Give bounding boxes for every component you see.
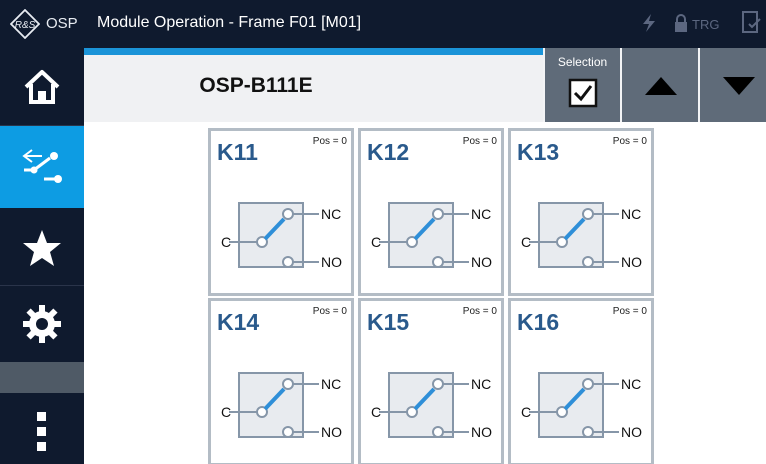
nc-label: NC [321, 376, 341, 392]
position-label: Pos = 0 [312, 306, 347, 317]
module-name: K13 [517, 139, 560, 165]
sidebar-item-favorites[interactable] [0, 208, 84, 286]
relay-switch-diagram: C NC NO [371, 372, 492, 440]
module-card-k15[interactable]: K15 Pos = 0 C NC NO [358, 298, 504, 464]
common-label: C [371, 234, 381, 250]
module-name: K16 [517, 309, 560, 335]
nc-label: NC [621, 206, 641, 222]
checkbox-checked-icon [568, 78, 598, 108]
scroll-up-button[interactable] [620, 48, 698, 122]
position-label: Pos = 0 [612, 306, 647, 317]
star-icon [23, 230, 61, 266]
module-name: K12 [367, 139, 410, 165]
module-card-k11[interactable]: K11 Pos = 0 C NC NO [208, 128, 354, 296]
document-check-icon[interactable] [740, 10, 766, 36]
nc-label: NC [471, 376, 491, 392]
relay-switch-diagram: C NC NO [221, 202, 342, 270]
sidebar [0, 48, 84, 464]
gear-icon [23, 305, 61, 343]
sidebar-item-settings[interactable] [0, 286, 84, 364]
common-label: C [521, 234, 531, 250]
module-name: K15 [367, 309, 410, 335]
no-label: NO [621, 424, 642, 440]
lock-icon[interactable] [673, 12, 689, 34]
selection-label: Selection [557, 55, 608, 69]
device-title: OSP-B111E [199, 74, 313, 97]
nc-label: NC [621, 376, 641, 392]
brand-label: OSP [46, 15, 78, 32]
lightning-icon[interactable] [640, 12, 658, 34]
sidebar-item-switch[interactable] [0, 126, 84, 208]
common-label: C [521, 404, 531, 420]
position-label: Pos = 0 [462, 136, 497, 147]
more-vertical-icon [37, 412, 46, 451]
scroll-down-button[interactable] [698, 48, 766, 122]
home-icon [24, 70, 60, 104]
trigger-label: TRG [692, 17, 720, 32]
module-name: K11 [217, 139, 258, 165]
module-card-k13[interactable]: K13 Pos = 0 C NC NO [508, 128, 654, 296]
no-label: NO [471, 424, 492, 440]
position-label: Pos = 0 [312, 136, 347, 147]
position-label: Pos = 0 [612, 136, 647, 147]
nc-label: NC [321, 206, 341, 222]
rohde-schwarz-logo: R&S [10, 9, 40, 39]
relay-switch-diagram: C NC NO [521, 372, 642, 440]
no-label: NO [621, 254, 642, 270]
sidebar-item-more[interactable] [0, 393, 84, 464]
svg-text:R&S: R&S [15, 20, 36, 31]
selection-button[interactable]: Selection [543, 48, 620, 122]
header-accent-line [84, 48, 543, 55]
no-label: NO [471, 254, 492, 270]
common-label: C [221, 404, 231, 420]
module-name: K14 [217, 309, 260, 335]
sidebar-spacer [0, 362, 84, 393]
module-card-k16[interactable]: K16 Pos = 0 C NC NO [508, 298, 654, 464]
switch-icon [22, 149, 62, 183]
nc-label: NC [471, 206, 491, 222]
relay-switch-diagram: C NC NO [371, 202, 492, 270]
arrow-down-icon [723, 77, 755, 95]
module-card-k12[interactable]: K12 Pos = 0 C NC NO [358, 128, 504, 296]
sidebar-item-home[interactable] [0, 48, 84, 126]
relay-switch-diagram: C NC NO [521, 202, 642, 270]
position-label: Pos = 0 [462, 306, 497, 317]
common-label: C [371, 404, 381, 420]
no-label: NO [321, 424, 342, 440]
relay-switch-diagram: C NC NO [221, 372, 342, 440]
common-label: C [221, 234, 231, 250]
arrow-up-icon [645, 77, 677, 95]
window-title: Module Operation - Frame F01 [M01] [97, 14, 362, 31]
no-label: NO [321, 254, 342, 270]
module-card-k14[interactable]: K14 Pos = 0 C NC NO [208, 298, 354, 464]
title-bar: R&S OSP Module Operation - Frame F01 [M0… [0, 0, 766, 48]
